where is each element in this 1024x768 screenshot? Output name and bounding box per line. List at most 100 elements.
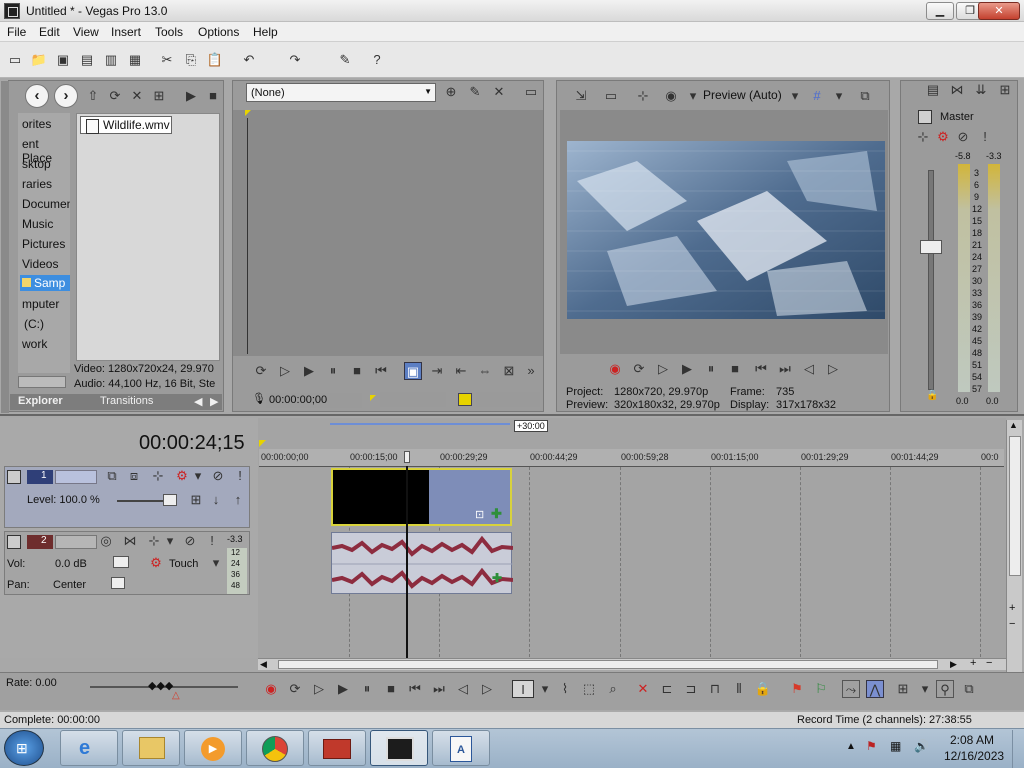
audio-fx-gear-icon[interactable]: ⚙ — [147, 554, 165, 572]
external-monitor-icon[interactable]: ▭ — [602, 87, 620, 105]
close-button[interactable]: ✕ — [978, 2, 1020, 20]
trimmer-clear-icon[interactable]: ✕ — [490, 83, 508, 101]
audio-event-clip[interactable]: ✚ — [331, 532, 513, 594]
save-as-icon[interactable]: ▤ — [78, 51, 96, 69]
tl-pause-icon[interactable]: ⏸ — [358, 680, 376, 698]
tl-next-frame-icon[interactable]: ▷ — [478, 680, 496, 698]
paste-icon[interactable]: 📋 — [206, 51, 224, 69]
cut-icon[interactable]: ✂ — [158, 51, 176, 69]
play-icon[interactable]: ▶ — [300, 362, 318, 380]
track-solo-icon[interactable]: ! — [231, 467, 249, 485]
video-event-clip[interactable]: ⊡ ✚ — [331, 468, 512, 526]
audio-fx-chain-icon[interactable]: ⋈ — [121, 532, 139, 550]
master-mute-icon[interactable]: ⊘ — [954, 128, 972, 146]
minimize-button[interactable]: ▁ — [926, 2, 954, 20]
go-to-start-icon[interactable]: ⏮ — [372, 362, 390, 380]
save-icon[interactable]: ▣ — [54, 51, 72, 69]
selection-mode-icon[interactable]: ▣ — [404, 362, 422, 380]
tl-loop-icon[interactable]: ⟳ — [286, 680, 304, 698]
timeline-horizontal-scrollbar[interactable]: ◀ ▶ + − — [258, 657, 1006, 670]
track-motion-icon[interactable]: ⊹ — [149, 467, 167, 485]
selection-tool-icon[interactable]: ⬚ — [580, 680, 598, 698]
lock-event-icon[interactable]: 🔒 — [754, 680, 772, 698]
taskbar-word[interactable]: A — [432, 730, 490, 766]
tree-c-drive[interactable]: (C:) — [24, 317, 44, 331]
preview-pause-icon[interactable]: ⏸ — [702, 360, 720, 378]
preview-rewind-icon[interactable]: ◁ — [800, 360, 818, 378]
start-preview-icon[interactable]: ▶ — [182, 87, 200, 105]
trimmer-tool-icon[interactable]: ⊕ — [442, 83, 460, 101]
tl-play-start-icon[interactable]: ▷ — [310, 680, 328, 698]
render-icon[interactable]: ▥ — [102, 51, 120, 69]
tl-play-icon[interactable]: ▶ — [334, 680, 352, 698]
insert-region-icon[interactable]: ⚐ — [812, 680, 830, 698]
tree-pictures[interactable]: Pictures — [22, 237, 65, 251]
menu-options[interactable]: Options — [198, 25, 239, 39]
audio-solo-icon[interactable]: ! — [203, 532, 221, 550]
undo-icon[interactable]: ↶ — [240, 51, 258, 69]
trimmer-edit-icon[interactable]: ✎ — [466, 83, 484, 101]
tab-transitions[interactable]: Transitions — [100, 395, 153, 407]
preview-play-icon[interactable]: ▶ — [678, 360, 696, 378]
master-downmix-icon[interactable]: ⇊ — [972, 81, 990, 99]
pan-slider-handle[interactable] — [111, 577, 125, 589]
tab-scroll-right-icon[interactable]: ▶ — [210, 395, 218, 408]
vol-slider-handle[interactable] — [113, 556, 129, 568]
ignore-grouping-icon[interactable]: ⧉ — [960, 680, 978, 698]
preview-settings-icon[interactable]: ⇲ — [572, 87, 590, 105]
menu-edit[interactable]: Edit — [39, 25, 60, 39]
preview-stop-icon[interactable]: ■ — [726, 360, 744, 378]
delete-icon[interactable]: ✕ — [128, 87, 146, 105]
tree-sample-selected[interactable]: Samp — [20, 275, 70, 291]
record-icon[interactable]: ◉ — [606, 360, 624, 378]
play-from-start-icon[interactable]: ▷ — [276, 362, 294, 380]
tl-go-end-icon[interactable]: ⏭ — [430, 680, 448, 698]
rate-slider-handle[interactable]: ◆◆◆ — [148, 679, 173, 692]
whats-this-help-icon[interactable]: ? — [368, 51, 386, 69]
trimmer-monitor-icon[interactable]: ▭ — [522, 83, 540, 101]
master-dim-icon[interactable]: ⊞ — [996, 81, 1014, 99]
network-icon[interactable]: ▦ — [890, 739, 901, 753]
vscroll-up-icon[interactable]: ▲ — [1009, 420, 1018, 430]
hscroll-zoom-out-icon[interactable]: − — [986, 657, 992, 669]
level-slider-handle[interactable] — [163, 494, 177, 506]
master-fx-gear-icon[interactable]: ⚙ — [934, 128, 952, 146]
timeline-ruler[interactable]: 00:00:00;00 00:00:15;00 00:00:29;29 00:0… — [259, 449, 1004, 467]
open-folder-icon[interactable]: 📁 — [30, 51, 48, 69]
menu-view[interactable]: View — [73, 25, 99, 39]
master-lock-icon[interactable]: 🔒 — [926, 390, 938, 401]
tree-desktop[interactable]: sktop — [22, 157, 51, 171]
track-up-icon[interactable]: ↑ — [229, 491, 247, 509]
tree-libraries[interactable]: raries — [22, 177, 52, 191]
preview-forward-icon[interactable]: ▷ — [824, 360, 842, 378]
properties-icon[interactable]: ▦ — [126, 51, 144, 69]
in-point-icon[interactable] — [370, 395, 376, 401]
audio-track-name-field[interactable] — [55, 535, 97, 549]
trimmer-out-field[interactable] — [476, 392, 540, 407]
timeline-vertical-scrollbar[interactable]: ▲ + − — [1006, 420, 1022, 672]
zoom-tool-icon[interactable]: ⌕ — [604, 680, 622, 698]
make-compositing-child-icon[interactable]: ⧈ — [125, 467, 143, 485]
menu-insert[interactable]: Insert — [111, 25, 141, 39]
preview-prev-frame-icon[interactable]: ⏮ — [752, 360, 770, 378]
master-solo-icon[interactable]: ! — [976, 128, 994, 146]
overlays-dropdown-icon[interactable]: ▾ — [830, 87, 848, 105]
trim-start-icon[interactable]: ⊐ — [682, 680, 700, 698]
tab-scroll-left-icon[interactable]: ◀ — [194, 395, 202, 408]
auto-crossfade-icon[interactable]: ⊞ — [894, 680, 912, 698]
envelope-tool-icon[interactable]: ⌇ — [556, 680, 574, 698]
track-mute-icon[interactable]: ⊘ — [209, 467, 227, 485]
track-down-icon[interactable]: ↓ — [207, 491, 225, 509]
edit-tool-icon[interactable]: ✎ — [336, 51, 354, 69]
trim-icon[interactable]: ⊏ — [658, 680, 676, 698]
trim-end-icon[interactable]: ⊓ — [706, 680, 724, 698]
tree-videos[interactable]: Videos — [22, 257, 58, 271]
loop-icon[interactable]: ⟳ — [252, 362, 270, 380]
event-pan-crop-icon[interactable]: ⊡ — [475, 508, 484, 521]
tree-network[interactable]: work — [22, 337, 47, 351]
clock-date[interactable]: 12/16/2023 — [944, 749, 1004, 763]
out-point-icon[interactable] — [458, 393, 472, 406]
hscroll-thumb[interactable] — [278, 660, 938, 669]
tree-computer[interactable]: mputer — [22, 297, 59, 311]
action-center-icon[interactable]: ⚑ — [866, 739, 877, 753]
